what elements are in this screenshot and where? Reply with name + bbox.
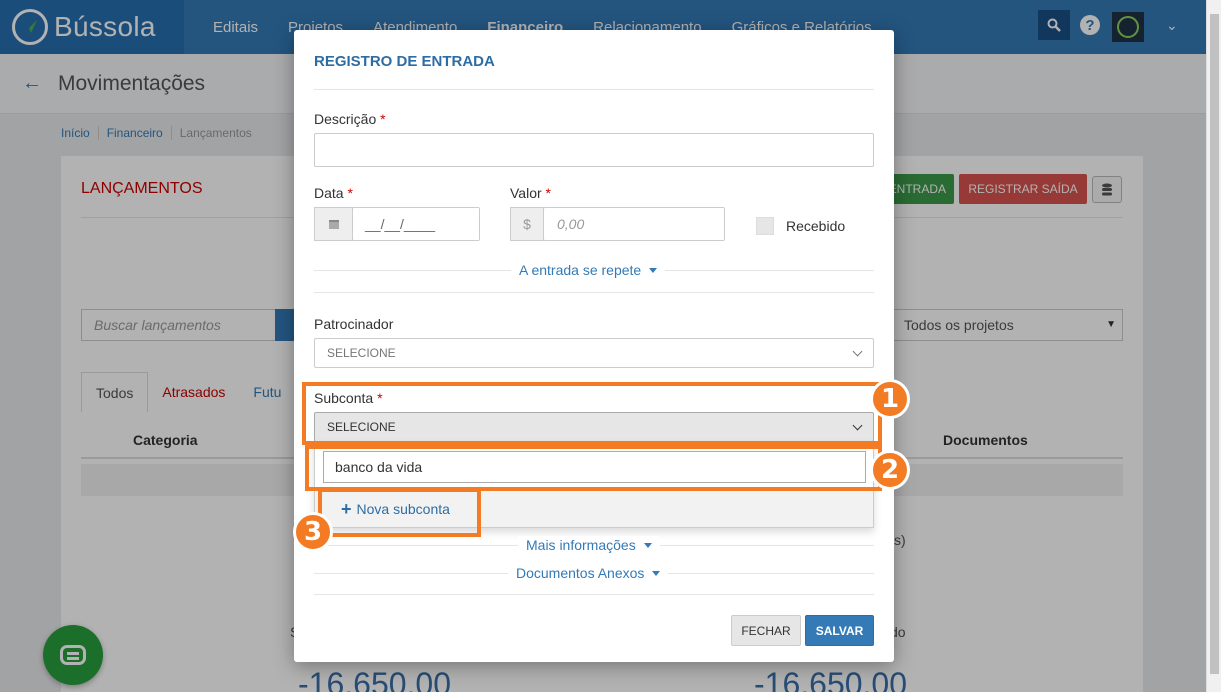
registro-entrada-modal: REGISTRO DE ENTRADA Descrição * Data * _… [294, 30, 894, 662]
patrocinador-select[interactable]: SELECIONE [314, 338, 874, 368]
page-scrollbar[interactable] [1206, 0, 1221, 692]
recebido-checkbox[interactable] [756, 217, 774, 235]
chevron-down-icon [852, 346, 863, 357]
caret-down-icon [643, 542, 652, 548]
highlight-box-subconta-select [302, 382, 882, 445]
documentos-anexos-toggle[interactable]: Documentos Anexos [508, 564, 669, 582]
modal-title: REGISTRO DE ENTRADA [314, 53, 495, 70]
valor-label: Valor * [510, 185, 551, 201]
data-input-mask: __/__/____ [365, 216, 436, 232]
step-badge-2: 2 [870, 450, 910, 490]
salvar-button[interactable]: SALVAR [805, 615, 874, 646]
scrollbar-thumb[interactable] [1210, 14, 1219, 674]
data-label: Data * [314, 185, 353, 201]
patrocinador-select-value: SELECIONE [327, 346, 396, 360]
calendar-icon [328, 220, 339, 229]
descricao-label: Descrição * [314, 111, 386, 127]
step-badge-3: 3 [293, 512, 333, 552]
patrocinador-label: Patrocinador [314, 316, 394, 332]
section-divider [314, 292, 874, 293]
caret-down-icon [652, 570, 661, 576]
repeat-toggle[interactable]: A entrada se repete [511, 261, 666, 279]
modal-divider [314, 89, 874, 90]
step-badge-1: 1 [870, 379, 910, 419]
fechar-button[interactable]: FECHAR [731, 615, 801, 646]
footer-divider [314, 594, 874, 595]
mais-informacoes-toggle[interactable]: Mais informações [518, 536, 660, 554]
currency-addon: $ [510, 207, 544, 241]
valor-placeholder: 0,00 [557, 216, 585, 232]
recebido-label: Recebido [786, 218, 846, 234]
descricao-input[interactable] [314, 133, 874, 167]
calendar-addon[interactable] [314, 207, 353, 241]
highlight-box-search [305, 445, 882, 491]
caret-down-icon [649, 267, 658, 273]
highlight-box-nova-subconta [318, 488, 481, 537]
